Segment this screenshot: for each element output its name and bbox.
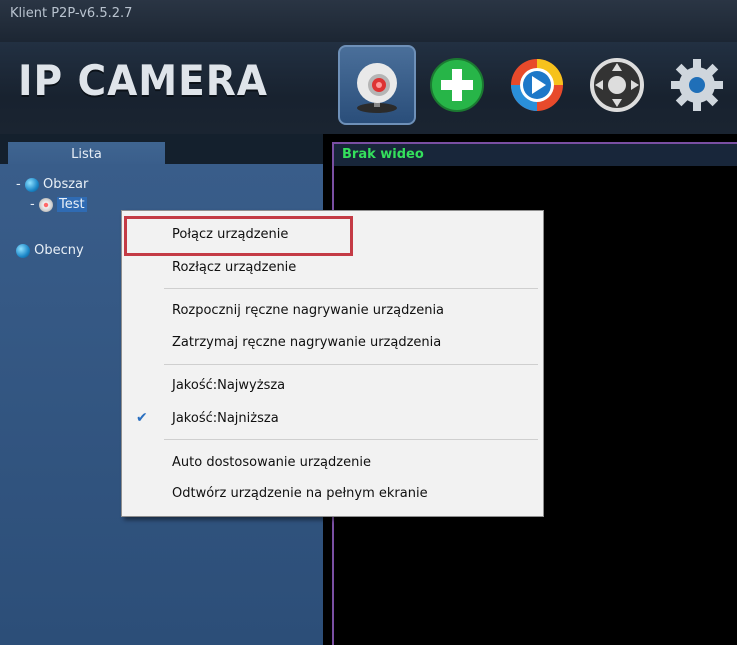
globe-icon	[16, 243, 30, 258]
ptz-control-button[interactable]	[578, 45, 656, 125]
menu-item-quality-highest[interactable]: Jakość:Najwyższa	[172, 378, 285, 393]
video-header: Brak wideo	[334, 144, 737, 166]
window-title: Klient P2P-v6.5.2.7	[10, 6, 133, 21]
globe-icon	[24, 177, 39, 192]
tree-node-device[interactable]: - Test	[30, 197, 87, 212]
gear-icon	[671, 59, 723, 111]
menu-item-quality-lowest[interactable]: Jakość:Najniższa	[172, 411, 279, 426]
menu-item-auto-adjust-device[interactable]: Auto dostosowanie urządzenie	[172, 455, 371, 470]
tree-area-label: Obszar	[42, 177, 89, 192]
menu-separator	[164, 439, 538, 440]
webcam-icon	[357, 63, 397, 113]
plus-icon	[430, 58, 484, 112]
menu-separator	[164, 288, 538, 289]
add-device-button[interactable]	[418, 45, 496, 125]
tree-online-label: Obecny	[34, 243, 84, 258]
tree-node-online[interactable]: Obecny	[16, 243, 84, 258]
app-logo: IP CAMERA	[18, 56, 268, 105]
camera-view-button[interactable]	[338, 45, 416, 125]
title-bar: Klient P2P-v6.5.2.7	[0, 0, 737, 42]
ptz-control-icon	[590, 58, 644, 112]
collapse-toggle[interactable]: -	[16, 177, 25, 192]
play-icon	[511, 59, 563, 111]
settings-button[interactable]	[658, 45, 736, 125]
menu-separator	[164, 364, 538, 365]
highlight-box	[124, 216, 353, 256]
menu-item-stop-manual-recording[interactable]: Zatrzymaj ręczne nagrywanie urządzenia	[172, 335, 441, 350]
context-menu: Połącz urządzenie Rozłącz urządzenie Roz…	[121, 210, 544, 517]
tree-node-area[interactable]: - Obszar	[16, 177, 88, 192]
video-status: Brak wideo	[342, 147, 424, 162]
menu-item-fullscreen-device[interactable]: Odtwórz urządzenie na pełnym ekranie	[172, 486, 428, 501]
menu-item-disconnect-device[interactable]: Rozłącz urządzenie	[172, 260, 296, 275]
tree-device-label: Test	[56, 197, 87, 212]
checkmark-icon: ✔	[136, 410, 148, 426]
tab-lista[interactable]: Lista	[8, 142, 165, 164]
collapse-toggle[interactable]: -	[30, 197, 39, 212]
menu-gutter	[122, 211, 158, 516]
app-header: IP CAMERA	[0, 42, 737, 134]
playback-button[interactable]	[498, 45, 576, 125]
sidebar-tabstrip: Lista	[0, 134, 323, 164]
camera-device-icon	[38, 197, 53, 212]
menu-item-start-manual-recording[interactable]: Rozpocznij ręczne nagrywanie urządzenia	[172, 303, 444, 318]
